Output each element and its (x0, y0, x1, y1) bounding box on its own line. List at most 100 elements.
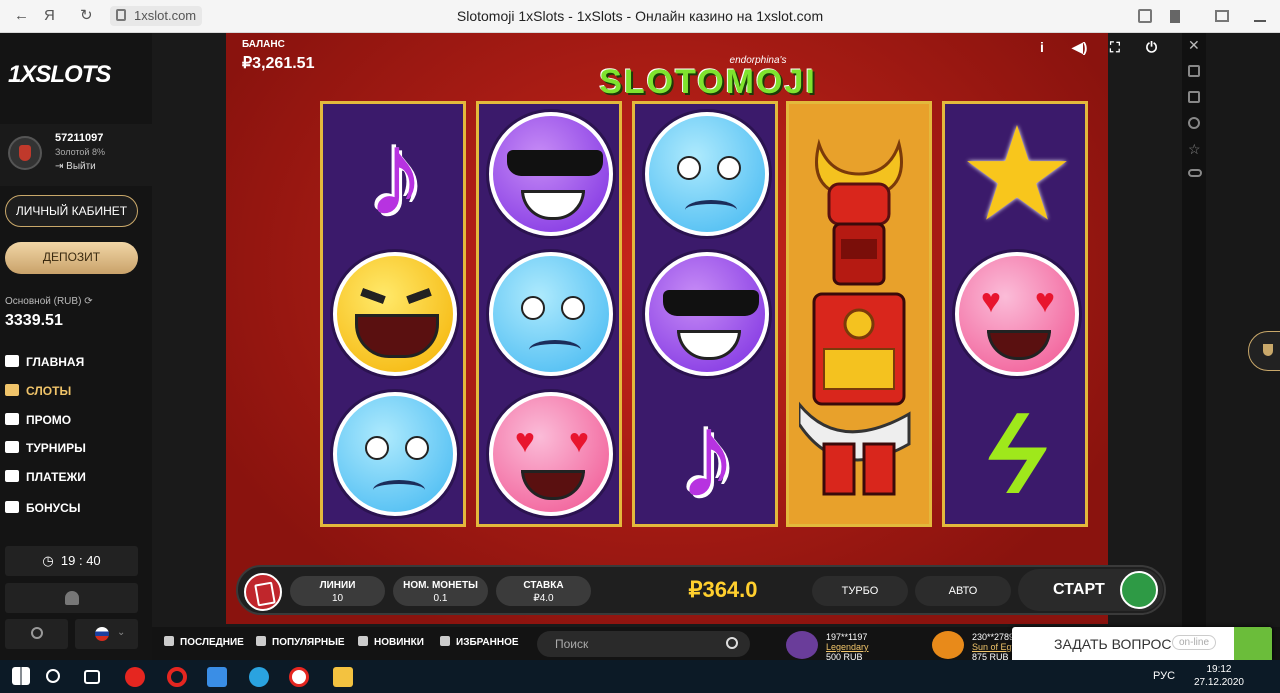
bet-button[interactable]: СТАВКА ₽4.0 (496, 576, 591, 606)
start-button[interactable]: СТАРТ (1018, 569, 1163, 611)
game-thumbnail (786, 631, 818, 659)
fullscreen-icon[interactable]: ⛶ (1110, 39, 1120, 56)
android-app-button[interactable] (5, 583, 138, 613)
android-icon (65, 591, 79, 605)
bookmark-icon[interactable] (1170, 10, 1180, 23)
address-bar[interactable]: 1xslot.com (110, 6, 202, 26)
tab-new[interactable]: НОВИНКИ (358, 636, 424, 648)
tab-popular[interactable]: ПОПУЛЯРНЫЕ (256, 636, 345, 648)
tab-favorites[interactable]: ИЗБРАННОЕ (440, 636, 519, 648)
search-icon (726, 637, 738, 649)
system-clock[interactable]: 19:12 27.12.2020 (1194, 663, 1244, 689)
collections-icon[interactable] (1215, 10, 1229, 22)
music-note-icon: ♪ (366, 107, 426, 241)
collapse-icon[interactable] (1234, 627, 1272, 660)
recent-win[interactable]: 197**1197 Legendary 500 RUB (786, 631, 869, 662)
slots-icon (5, 384, 19, 396)
balance-label: БАЛАНС (242, 39, 285, 50)
coin-value-button[interactable]: НОМ. МОНЕТЫ 0.1 (393, 576, 488, 606)
home-icon (5, 355, 19, 367)
refresh-icon[interactable]: ⟳ (84, 296, 92, 307)
task-view-icon[interactable] (84, 670, 100, 684)
yandex-button[interactable]: Я (44, 7, 55, 25)
gift-icon (5, 501, 19, 513)
personal-cabinet-button[interactable]: ЛИЧНЫЙ КАБИНЕТ (5, 195, 138, 227)
account-label: Основной (RUB) ⟳ (5, 296, 93, 307)
lines-button[interactable]: ЛИНИИ 10 (290, 576, 385, 606)
flag-icon (95, 627, 109, 641)
download-icon[interactable] (1254, 8, 1266, 22)
ask-question-label: ЗАДАТЬ ВОПРОС (1054, 636, 1172, 652)
input-language[interactable]: РУС (1153, 670, 1175, 682)
notepad-icon[interactable] (207, 667, 227, 687)
sad-emoji-icon (489, 252, 613, 376)
user-profile: 57211097 Золотой 8% ⇥ Выйти (0, 124, 152, 186)
sound-icon[interactable]: ◀) (1072, 39, 1087, 56)
deposit-button[interactable]: ДЕПОЗИТ (5, 242, 138, 274)
language-select[interactable]: ⌄ (75, 619, 138, 649)
favorite-icon[interactable]: ☆ (1188, 142, 1201, 156)
online-status: on-line (1172, 635, 1217, 650)
back-button[interactable]: ← (14, 7, 29, 25)
turbo-toggle[interactable]: ТУРБО (812, 576, 908, 606)
nav-item-home[interactable]: ГЛАВНАЯ (5, 355, 84, 373)
recent-win[interactable]: 230**2789 Sun of Egy 875 RUB (932, 631, 1016, 662)
logout-link[interactable]: ⇥ Выйти (55, 161, 96, 172)
windows-start-icon[interactable] (12, 667, 30, 685)
expand-icon[interactable] (1188, 91, 1200, 103)
reload-icon[interactable] (1188, 117, 1200, 129)
reel-5: ★ ♥ ♥ ϟ (942, 101, 1088, 527)
nav-item-tournaments[interactable]: ТУРНИРЫ (5, 441, 86, 459)
promo-icon (5, 413, 19, 425)
reel-2: ♥ ♥ (476, 101, 622, 527)
star-icon: ★ (958, 101, 1076, 247)
sad-emoji-icon (333, 392, 457, 516)
game-logo: SLOTOMOJI (599, 63, 817, 101)
music-note-icon: ♪ (678, 389, 738, 523)
sidebar: 1XSLOTS 57211097 Золотой 8% ⇥ Выйти ЛИЧН… (0, 33, 152, 660)
wallet-icon (5, 470, 19, 482)
search-icon[interactable] (46, 669, 60, 683)
toggle-icon[interactable] (1188, 169, 1202, 177)
opera-icon[interactable] (167, 667, 187, 687)
power-icon[interactable]: ⏻ (1146, 39, 1157, 56)
os-taskbar: РУС 19:12 27.12.2020 (0, 660, 1280, 693)
refresh-button[interactable]: ↻ (80, 7, 93, 25)
share-icon[interactable] (1188, 65, 1200, 77)
game-thumbnail (932, 631, 964, 659)
nav-item-promo[interactable]: ПРОМО (5, 413, 71, 431)
auto-toggle[interactable]: АВТО (915, 576, 1011, 606)
account-balance: 3339.51 (5, 312, 63, 329)
gamble-cards-button[interactable] (244, 573, 282, 611)
yandex-icon[interactable] (289, 667, 309, 687)
reel-3: ♪ (632, 101, 778, 527)
reel-1: ♪ (320, 101, 466, 527)
yandex-browser-icon[interactable] (125, 667, 145, 687)
nav-item-payments[interactable]: ПЛАТЕЖИ (5, 470, 86, 488)
clock-icon: ◷ (42, 553, 54, 568)
right-panel (1206, 33, 1280, 660)
samurai-icon (799, 138, 911, 496)
control-panel: ЛИНИИ 10 НОМ. МОНЕТЫ 0.1 СТАВКА ₽4.0 ₽364.0… (236, 565, 1166, 615)
telegram-icon[interactable] (249, 667, 269, 687)
site-logo[interactable]: 1XSLOTS (8, 61, 111, 89)
user-menu-button[interactable] (5, 619, 68, 649)
extension-icon[interactable] (1138, 9, 1152, 23)
clock: ◷ 19 : 40 (5, 546, 138, 576)
coins-icon (1120, 571, 1158, 609)
laughing-emoji-icon (333, 252, 457, 376)
slot-stage: БАЛАНС ₽3,261.51 endorphina's SLOTOMOJI … (226, 33, 1157, 624)
info-button[interactable]: i (1040, 39, 1044, 55)
close-icon[interactable]: ✕ (1188, 38, 1200, 52)
lock-icon (116, 9, 126, 21)
tournament-trophy-button[interactable] (1248, 331, 1280, 371)
tab-recent[interactable]: ПОСЛЕДНИЕ (164, 636, 244, 648)
ask-question-widget[interactable]: ЗАДАТЬ ВОПРОС on-line (1012, 627, 1272, 660)
file-explorer-icon[interactable] (333, 667, 353, 687)
nav-item-slots[interactable]: СЛОТЫ (5, 384, 71, 402)
game-search-input[interactable]: Поиск (537, 631, 750, 657)
total-bet: ₽364.0 (688, 577, 758, 602)
medal-icon (8, 136, 42, 170)
nav-item-bonuses[interactable]: БОНУСЫ (5, 501, 81, 519)
user-level: Золотой 8% (55, 147, 105, 157)
